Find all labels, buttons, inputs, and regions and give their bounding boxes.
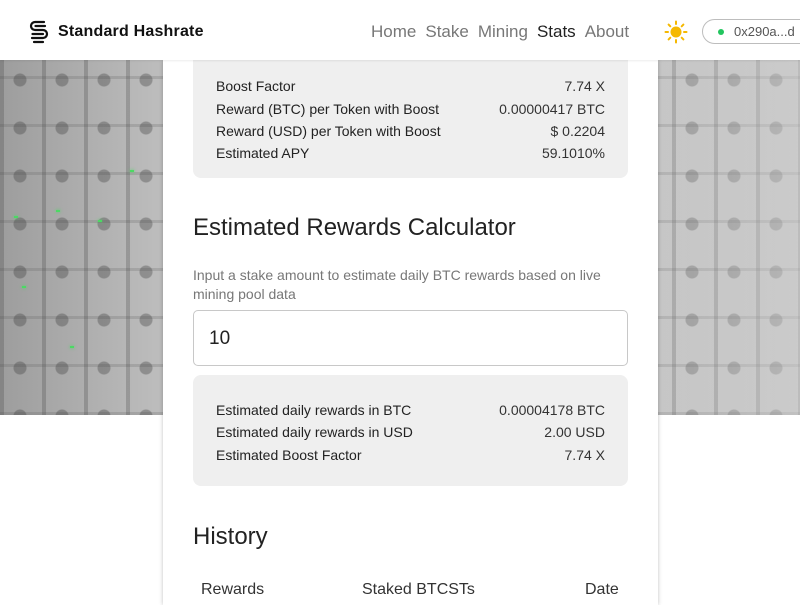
calculator-results-panel: Estimated daily rewards in BTC 0.0000417… [193,375,628,486]
stats-card: Boost Factor 7.74 X Reward (BTC) per Tok… [163,40,658,605]
sun-icon[interactable] [664,20,688,44]
stat-row: Reward (USD) per Token with Boost $ 0.22… [216,123,605,139]
brand-name: Standard Hashrate [58,23,204,40]
stat-row: Reward (BTC) per Token with Boost 0.0000… [216,101,605,117]
main-nav: Home Stake Mining Stats About [371,22,638,42]
calculator-description: Input a stake amount to estimate daily B… [193,267,601,302]
history-col-date[interactable]: Date [585,581,619,599]
stat-value: $ 0.2204 [550,123,606,139]
stat-label: Reward (BTC) per Token with Boost [216,101,440,117]
result-label: Estimated daily rewards in BTC [216,402,412,418]
result-row: Estimated daily rewards in USD 2.00 USD [216,424,605,440]
logo-icon [29,20,49,44]
stat-label: Reward (USD) per Token with Boost [216,123,441,139]
stake-amount-input[interactable]: 10 [193,310,628,366]
boost-stats-panel: Boost Factor 7.74 X Reward (BTC) per Tok… [193,40,628,178]
calculator-title: Estimated Rewards Calculator [193,214,516,241]
stat-value: 59.1010% [541,145,605,161]
result-row: Estimated daily rewards in BTC 0.0000417… [216,402,605,418]
result-row: Estimated Boost Factor 7.74 X [216,447,605,463]
result-label: Estimated Boost Factor [216,447,362,463]
nav-home[interactable]: Home [371,22,416,42]
stat-label: Estimated APY [216,145,310,161]
brand[interactable]: Standard Hashrate [28,19,204,45]
stat-value: 0.00000417 BTC [499,101,605,117]
history-col-rewards[interactable]: Rewards [201,581,264,599]
nav-mining[interactable]: Mining [478,22,528,42]
result-value: 7.74 X [564,447,605,463]
history-col-staked[interactable]: Staked BTCSTs [362,581,475,599]
nav-stats[interactable]: Stats [537,22,576,42]
stat-row: Boost Factor 7.74 X [216,78,605,94]
nav-stake[interactable]: Stake [425,22,468,42]
stat-label: Boost Factor [216,78,296,94]
wallet-button[interactable]: 0x290a...d [702,19,800,44]
wallet-address: 0x290a...d [734,24,795,39]
result-value: 2.00 USD [544,424,605,440]
nav-about[interactable]: About [585,22,629,42]
result-value: 0.00004178 BTC [499,402,605,418]
stat-value: 7.74 X [564,78,605,94]
result-label: Estimated daily rewards in USD [216,424,413,440]
stat-row: Estimated APY 59.1010% [216,145,605,161]
history-title: History [193,523,268,550]
top-navbar: Standard Hashrate Home Stake Mining Stat… [0,0,800,60]
wallet-status-dot [718,28,724,35]
